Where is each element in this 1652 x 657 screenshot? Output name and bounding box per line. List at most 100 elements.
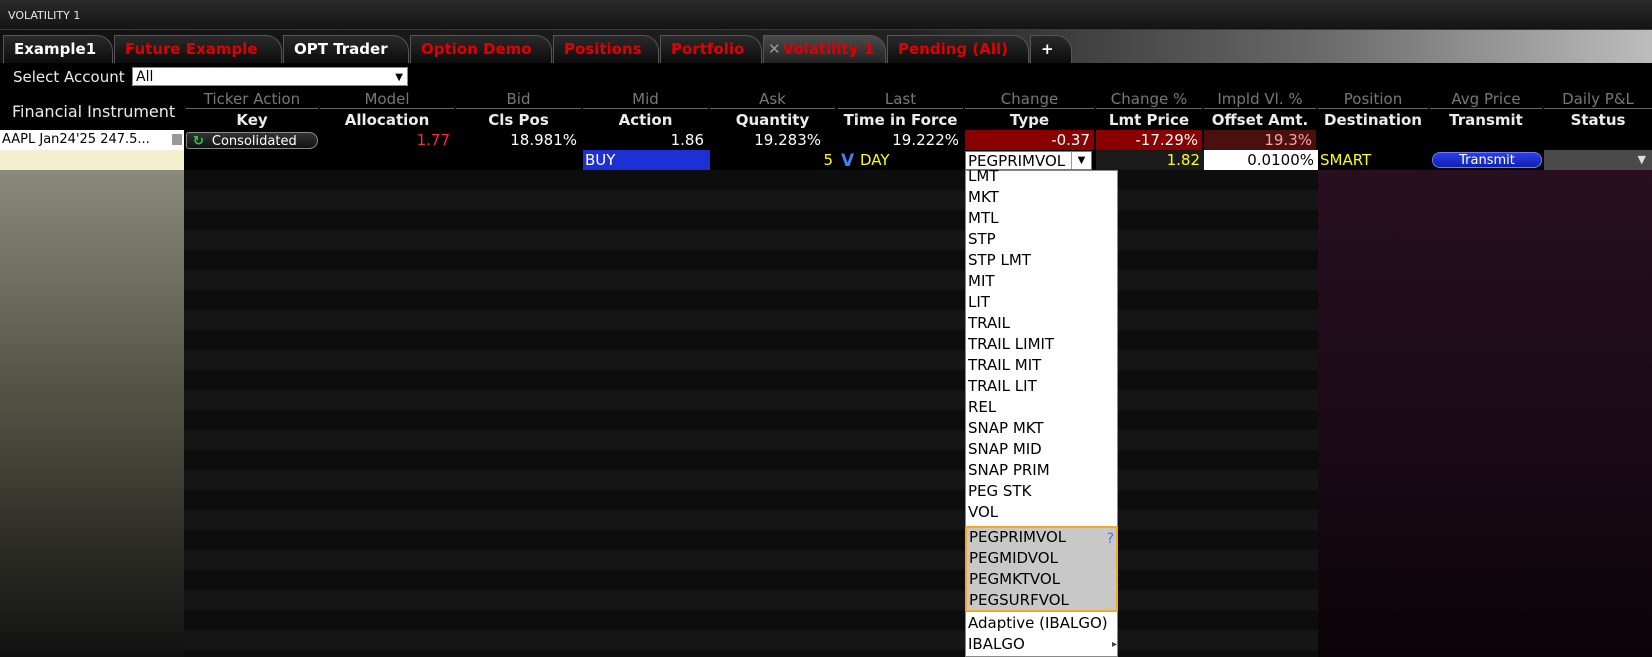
- tab-label: Pending (All): [898, 40, 1008, 58]
- quantity-cell[interactable]: 5: [710, 150, 837, 170]
- header-ask[interactable]: Ask: [710, 90, 835, 109]
- menu-item-label: IBALGO: [968, 635, 1025, 653]
- header-type[interactable]: Type: [965, 110, 1094, 130]
- instrument-cell[interactable]: AAPL Jan24'25 247.5...: [0, 130, 184, 150]
- tab-volatility-1[interactable]: ✕ Volatility 1: [763, 35, 886, 63]
- change-pct-value: -17.29%: [1096, 130, 1202, 150]
- header-time-in-force[interactable]: Time in Force: [838, 110, 963, 130]
- menu-item-snap-mkt[interactable]: SNAP MKT: [966, 418, 1117, 439]
- menu-item-mtl[interactable]: MTL: [966, 208, 1117, 229]
- destination-cell[interactable]: SMART: [1318, 150, 1428, 170]
- order-instrument-cell: [0, 150, 184, 170]
- tab-label: Example1: [14, 40, 97, 58]
- menu-item-mkt[interactable]: MKT: [966, 187, 1117, 208]
- menu-item-pegmidvol[interactable]: PEGMIDVOL: [967, 548, 1118, 569]
- chevron-down-icon: ▼: [1637, 153, 1646, 166]
- bid-value[interactable]: 18.981%: [456, 130, 581, 150]
- order-row[interactable]: BUY 5 V DAY PEGPRIMVOL ▼ 1.82 0.0100% SM…: [0, 150, 1652, 171]
- menu-item-trail-limit[interactable]: TRAIL LIMIT: [966, 334, 1117, 355]
- menu-item-pegprimvol[interactable]: PEGPRIMVOL ?: [967, 527, 1118, 548]
- help-icon[interactable]: ?: [1107, 529, 1114, 550]
- header-action[interactable]: Action: [583, 110, 708, 130]
- tab-example1[interactable]: Example1: [3, 35, 113, 63]
- header-offset-amt[interactable]: Offset Amt.: [1204, 110, 1316, 130]
- tab-option-demo[interactable]: Option Demo: [410, 35, 552, 63]
- menu-item-lmt[interactable]: LMT: [966, 166, 1117, 187]
- tab-future-example[interactable]: Future Example: [114, 35, 282, 63]
- menu-item-lit[interactable]: LIT: [966, 292, 1117, 313]
- tab-opt-trader[interactable]: OPT Trader: [283, 35, 409, 63]
- last-value: 19.222%: [892, 131, 959, 149]
- add-tab-button[interactable]: +: [1030, 35, 1072, 63]
- header-status[interactable]: Status: [1544, 110, 1652, 130]
- consolidated-button[interactable]: ↻ Consolidated: [186, 132, 318, 149]
- header-model[interactable]: Model: [320, 90, 454, 109]
- transmit-button[interactable]: Transmit: [1432, 152, 1542, 168]
- order-columns-background: [1318, 130, 1652, 657]
- menu-item-adaptive-ibalgo[interactable]: Adaptive (IBALGO): [966, 613, 1117, 634]
- change-value: -0.37: [965, 130, 1094, 150]
- header-ticker-action[interactable]: Ticker Action: [186, 90, 318, 109]
- tab-label: Positions: [564, 40, 642, 58]
- order-type-dropdown[interactable]: LMT MKT MTL STP STP LMT MIT LIT TRAIL TR…: [965, 167, 1118, 657]
- submenu-arrow-icon: ▸: [1111, 639, 1117, 650]
- header-transmit[interactable]: Transmit: [1430, 110, 1542, 130]
- tab-label: Volatility 1: [782, 40, 875, 58]
- header-destination[interactable]: Destination: [1318, 110, 1428, 130]
- header-impld-vol[interactable]: Impld Vl. %: [1204, 90, 1316, 109]
- tab-portfolio[interactable]: Portfolio: [660, 35, 762, 63]
- header-cls-pos[interactable]: Cls Pos: [456, 110, 581, 130]
- status-dropdown[interactable]: ▼: [1544, 150, 1652, 170]
- menu-item-trail-lit[interactable]: TRAIL LIT: [966, 376, 1117, 397]
- menu-item-mit[interactable]: MIT: [966, 271, 1117, 292]
- tab-positions[interactable]: Positions: [553, 35, 659, 63]
- tab-label: OPT Trader: [294, 40, 388, 58]
- table-row[interactable]: AAPL Jan24'25 247.5... ↻ Consolidated 1.7…: [0, 130, 1652, 150]
- consolidated-label: Consolidated: [211, 134, 297, 149]
- window-title-bar: VOLATILITY 1: [0, 0, 1652, 30]
- highlighted-order-types-group: PEGPRIMVOL ? PEGMIDVOL PEGMKTVOL PEGSURF…: [965, 526, 1118, 612]
- volatility-v-icon: V: [841, 151, 855, 171]
- impld-vol-value: 19.3%: [1204, 130, 1316, 150]
- financial-instrument-header: Financial Instrument: [12, 102, 176, 121]
- instrument-label: AAPL Jan24'25 247.5...: [2, 132, 150, 147]
- header-allocation[interactable]: Allocation: [320, 110, 454, 130]
- action-buy-cell[interactable]: BUY: [583, 150, 710, 170]
- refresh-icon: ↻: [193, 134, 204, 149]
- menu-item-pegsurfvol[interactable]: PEGSURFVOL: [967, 590, 1118, 611]
- header-avg-price[interactable]: Avg Price: [1430, 90, 1542, 109]
- menu-item-trail[interactable]: TRAIL: [966, 313, 1117, 334]
- menu-icon[interactable]: [172, 134, 182, 145]
- tab-bar: Example1 Future Example OPT Trader Optio…: [0, 30, 1652, 63]
- header-mid[interactable]: Mid: [583, 90, 708, 109]
- header-position[interactable]: Position: [1318, 90, 1428, 109]
- header-daily-pnl[interactable]: Daily P&L: [1544, 90, 1652, 109]
- close-icon[interactable]: ✕: [768, 40, 781, 58]
- menu-item-stp[interactable]: STP: [966, 229, 1117, 250]
- offset-amount-field[interactable]: 0.0100%: [1204, 150, 1318, 170]
- tab-pending-all[interactable]: Pending (All): [887, 35, 1029, 63]
- header-bid[interactable]: Bid: [456, 90, 581, 109]
- menu-item-snap-prim[interactable]: SNAP PRIM: [966, 460, 1117, 481]
- menu-item-rel[interactable]: REL: [966, 397, 1117, 418]
- menu-item-pegmktvol[interactable]: PEGMKTVOL: [967, 569, 1118, 590]
- time-in-force-cell[interactable]: DAY: [860, 150, 960, 170]
- account-select[interactable]: All ▼: [132, 67, 408, 86]
- header-key[interactable]: Key: [186, 110, 318, 130]
- menu-item-ibalgo[interactable]: IBALGO ▸: [966, 634, 1117, 655]
- header-last[interactable]: Last: [838, 90, 963, 109]
- grid-background: [184, 170, 1318, 657]
- menu-item-label: PEGPRIMVOL: [969, 528, 1067, 546]
- header-change[interactable]: Change: [965, 90, 1094, 109]
- header-lmt-price[interactable]: Lmt Price: [1096, 110, 1202, 130]
- menu-item-peg-stk[interactable]: PEG STK: [966, 481, 1117, 502]
- mid-value[interactable]: 1.86: [583, 130, 708, 150]
- menu-item-trail-mit[interactable]: TRAIL MIT: [966, 355, 1117, 376]
- header-quantity[interactable]: Quantity: [710, 110, 835, 130]
- header-change-pct[interactable]: Change %: [1096, 90, 1202, 109]
- menu-item-vol[interactable]: VOL: [966, 502, 1117, 523]
- menu-item-stp-lmt[interactable]: STP LMT: [966, 250, 1117, 271]
- ask-value[interactable]: 19.283%: [710, 130, 825, 150]
- menu-item-snap-mid[interactable]: SNAP MID: [966, 439, 1117, 460]
- tab-label: Option Demo: [421, 40, 532, 58]
